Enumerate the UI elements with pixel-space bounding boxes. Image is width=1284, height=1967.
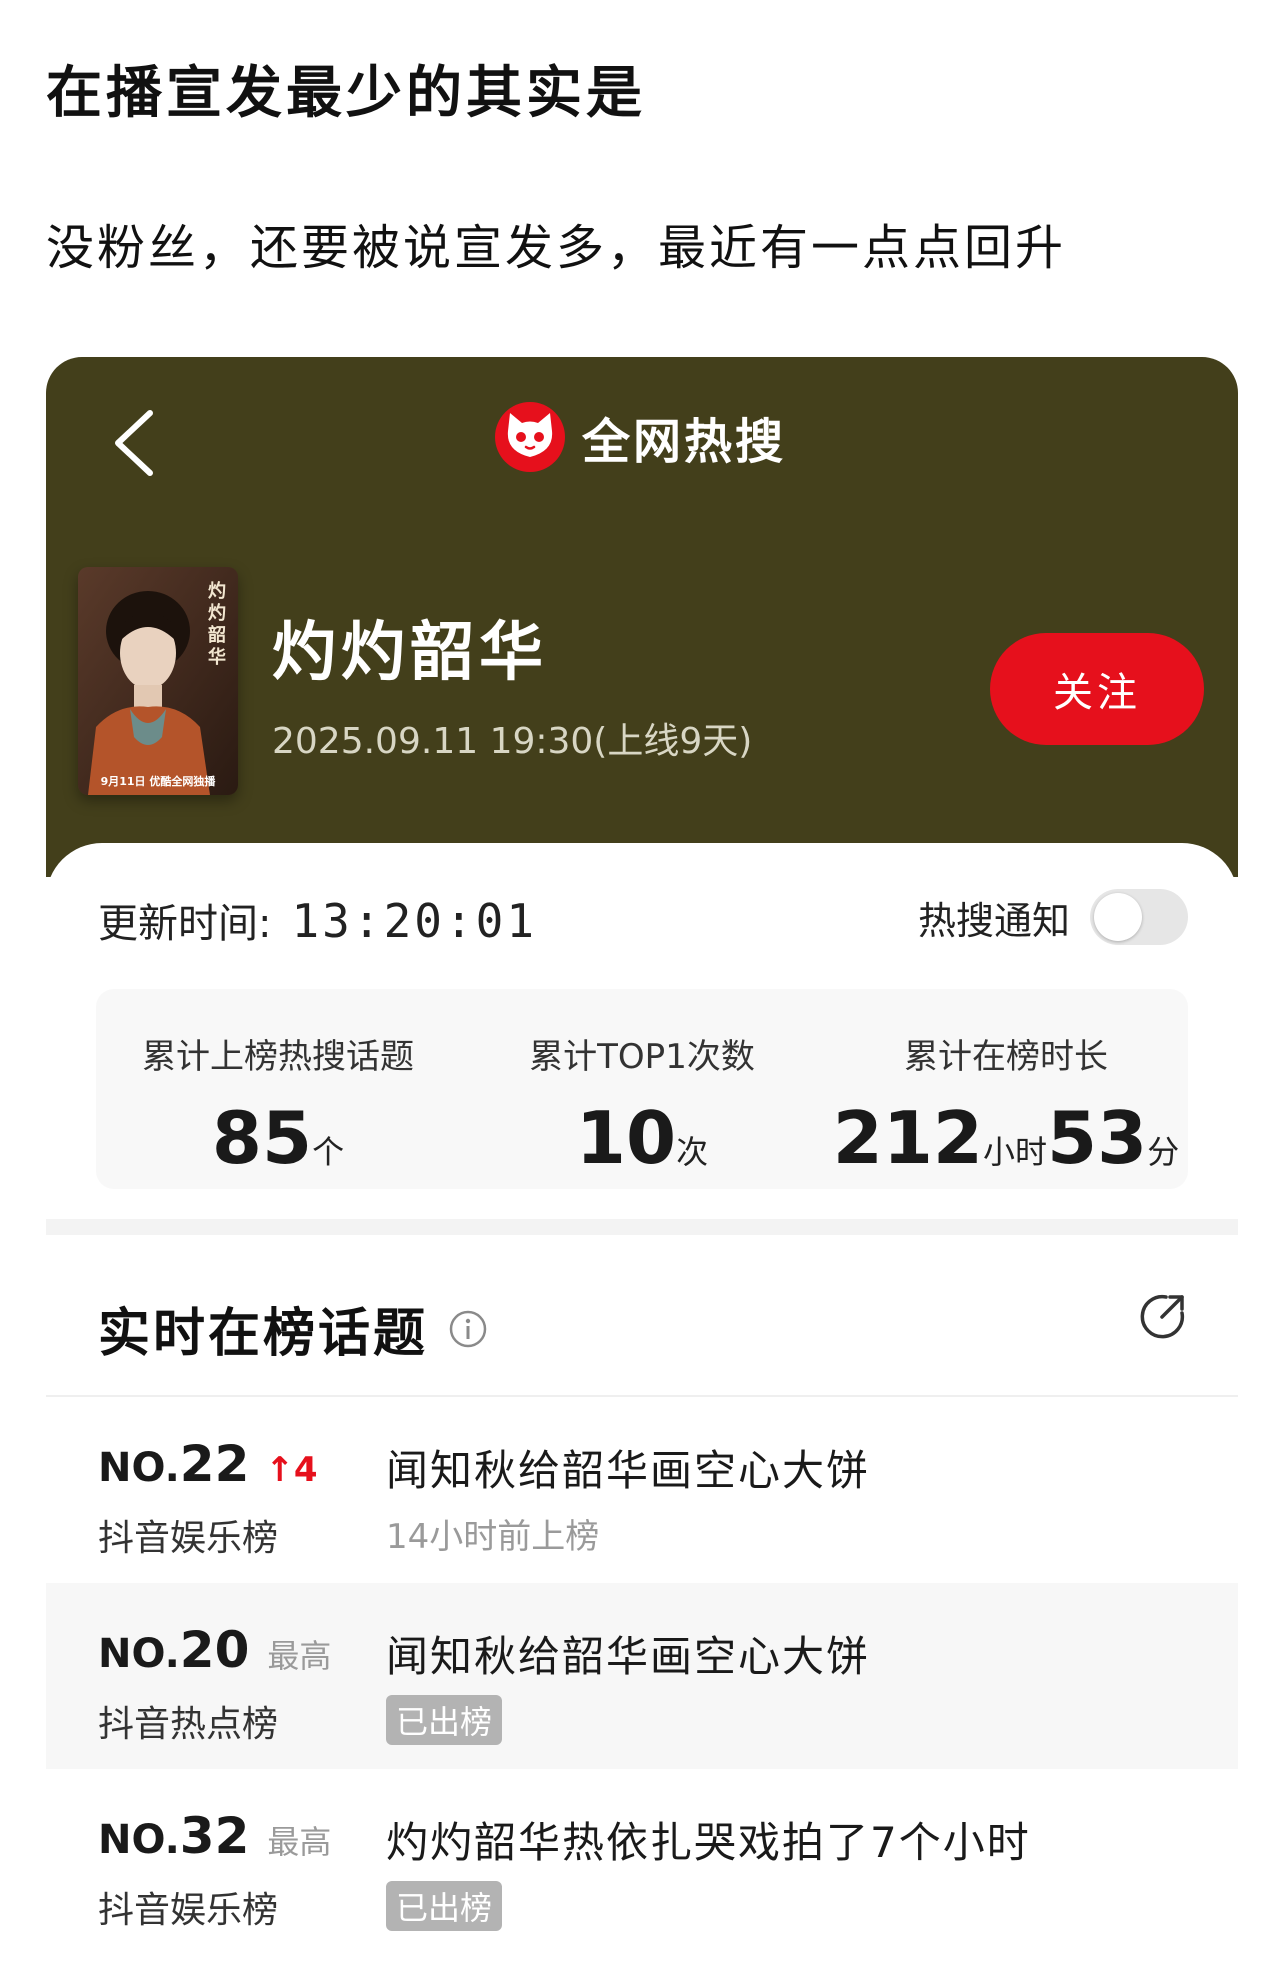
topic-list: NO. 22 ↑4 抖音娱乐榜 闻知秋给韶华画空心大饼 14小时前上榜 NO. 20… <box>46 1395 1238 1955</box>
rank: NO. 20 最高 <box>98 1621 331 1679</box>
notify-toggle[interactable] <box>1090 889 1188 945</box>
stat-label: 累计上榜热搜话题 <box>142 1037 414 1077</box>
post-subtitle: 没粉丝，还要被说宣发多，最近有一点点回升 <box>46 220 1067 276</box>
cat-logo-icon <box>495 402 565 472</box>
post-title: 在播宣发最少的其实是 <box>46 61 646 126</box>
stat-value: 212小时53分 <box>824 1096 1188 1180</box>
rank-number: 22 <box>179 1435 250 1493</box>
section-title: 实时在榜话题 <box>98 1304 429 1364</box>
status-badge: 已出榜 <box>386 1695 503 1745</box>
toggle-knob <box>1094 893 1142 941</box>
follow-button[interactable]: 关注 <box>990 633 1204 745</box>
svg-text:灼: 灼 <box>208 602 226 624</box>
stat-unit-2: 分 <box>1147 1133 1180 1171</box>
stat-number-2: 53 <box>1047 1096 1148 1180</box>
board-name: 抖音热点榜 <box>98 1704 279 1745</box>
list-item[interactable]: NO. 32 最高 抖音娱乐榜 灼灼韶华热依扎哭戏拍了7个小时 已出榜 <box>46 1769 1238 1955</box>
stat-top1: 累计TOP1次数 10次 <box>460 989 824 1189</box>
stat-number: 10 <box>575 1096 677 1180</box>
stats-box: 累计上榜热搜话题 85个 累计TOP1次数 10次 累计在榜时长 212小时53… <box>96 989 1188 1189</box>
share-icon[interactable] <box>1138 1291 1188 1341</box>
stat-unit: 小时 <box>983 1133 1048 1171</box>
rank-prefix: NO. <box>98 1817 180 1863</box>
rank-tag: 最高 <box>267 1637 332 1675</box>
stat-topics: 累计上榜热搜话题 85个 <box>96 989 460 1189</box>
section-divider <box>46 1219 1238 1235</box>
rank-tag: 最高 <box>267 1823 332 1861</box>
hot-search-card: 全网热搜 灼 灼 韶 华 9月11日 优酷全网独播 灼灼韶华 2025.09.1… <box>46 357 1238 1967</box>
rank-prefix: NO. <box>98 1631 180 1677</box>
rank: NO. 32 最高 <box>98 1807 331 1865</box>
topic-title: 灼灼韶华热依扎哭戏拍了7个小时 <box>386 1818 1031 1867</box>
section-header: 实时在榜话题 <box>98 1291 488 1366</box>
brand-header: 全网热搜 <box>494 399 786 475</box>
brand-name: 全网热搜 <box>582 414 787 470</box>
stat-label: 累计在榜时长 <box>904 1037 1108 1077</box>
show-poster[interactable]: 灼 灼 韶 华 9月11日 优酷全网独播 <box>78 567 238 795</box>
stats-panel: 更新时间: 13:20:01 热搜通知 累计上榜热搜话题 85个 累计TOP1次… <box>46 843 1238 1967</box>
svg-text:韶: 韶 <box>208 624 226 646</box>
topic-title: 闻知秋给韶华画空心大饼 <box>386 1446 871 1495</box>
svg-text:华: 华 <box>208 646 226 668</box>
rank-number: 32 <box>179 1807 250 1865</box>
update-row: 更新时间: 13:20:01 <box>98 891 537 949</box>
info-icon[interactable] <box>448 1309 488 1349</box>
stat-unit: 个 <box>312 1133 345 1171</box>
poster-image: 灼 灼 韶 华 <box>78 567 238 795</box>
back-arrow-icon[interactable] <box>106 407 162 479</box>
list-item[interactable]: NO. 22 ↑4 抖音娱乐榜 闻知秋给韶华画空心大饼 14小时前上榜 <box>46 1397 1238 1583</box>
show-title: 灼灼韶华 <box>272 616 548 690</box>
stat-unit: 次 <box>676 1133 709 1171</box>
stat-duration: 累计在榜时长 212小时53分 <box>824 989 1188 1189</box>
poster-caption: 9月11日 优酷全网独播 <box>100 775 216 788</box>
show-header: 全网热搜 灼 灼 韶 华 9月11日 优酷全网独播 灼灼韶华 2025.09.1… <box>46 357 1238 877</box>
stat-number: 85 <box>211 1096 313 1180</box>
update-time: 13:20:01 <box>291 894 538 948</box>
show-date: 2025.09.11 19:30(上线9天) <box>272 721 753 762</box>
rank-change: ↑4 <box>265 1450 318 1490</box>
board-name: 抖音娱乐榜 <box>98 1890 279 1931</box>
list-item[interactable]: NO. 20 最高 抖音热点榜 闻知秋给韶华画空心大饼 已出榜 <box>46 1583 1238 1769</box>
board-name: 抖音娱乐榜 <box>98 1518 279 1559</box>
notify-setting: 热搜通知 <box>918 889 1188 945</box>
topic-title: 闻知秋给韶华画空心大饼 <box>386 1632 871 1681</box>
status-badge: 已出榜 <box>386 1881 503 1931</box>
notify-label: 热搜通知 <box>917 898 1070 943</box>
stat-label: 累计TOP1次数 <box>529 1037 755 1077</box>
stat-number: 212 <box>832 1096 984 1180</box>
update-label: 更新时间: <box>98 901 272 947</box>
stat-value: 10次 <box>460 1096 824 1180</box>
stat-value: 85个 <box>96 1096 460 1180</box>
rank: NO. 22 ↑4 <box>98 1435 318 1493</box>
svg-text:灼: 灼 <box>208 580 226 602</box>
topic-meta: 14小时前上榜 <box>386 1517 600 1557</box>
rank-number: 20 <box>179 1621 250 1679</box>
rank-prefix: NO. <box>98 1445 180 1491</box>
